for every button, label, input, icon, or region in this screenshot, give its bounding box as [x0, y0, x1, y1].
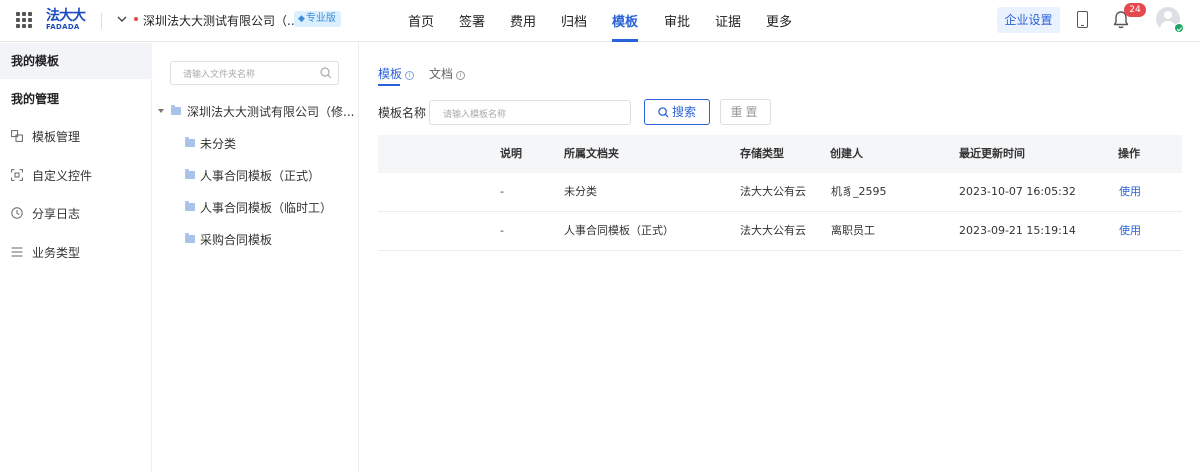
header-divider	[101, 13, 102, 29]
tree-node-label: 深圳法大大测试有限公司（修...	[187, 105, 355, 119]
use-template-link[interactable]: 使用	[1119, 173, 1141, 211]
tab-templates[interactable]: 模板 i	[378, 65, 415, 82]
clock-icon	[11, 207, 23, 219]
column-header-updated: 最近更新时间	[959, 147, 1025, 160]
sidebar-item-my-templates[interactable]: 我的模板	[0, 43, 152, 79]
top-header: 法大大 FADADA 深圳法大大测试有限公司（... ◆专业版 首页 签署 费用…	[0, 0, 1200, 42]
caret-down-icon[interactable]	[158, 109, 164, 113]
table-row: - 人事合同模板（正式） 法大大公有云 离职员工 2023-09-21 15:1…	[378, 212, 1182, 251]
enterprise-settings-button[interactable]: 企业设置	[997, 7, 1060, 33]
cell-updated: 2023-09-21 15:19:14	[959, 224, 1076, 237]
nav-archive[interactable]: 归档	[561, 11, 587, 30]
use-template-link[interactable]: 使用	[1119, 212, 1141, 250]
tab-active-indicator	[378, 84, 400, 86]
sidebar-item-my-management[interactable]: 我的管理	[0, 81, 152, 117]
template-name-placeholder: 请输入模板名称	[443, 110, 507, 120]
tree-node-hr-formal[interactable]: 人事合同模板（正式）	[185, 167, 355, 187]
info-icon[interactable]: i	[456, 71, 466, 80]
search-button[interactable]: 搜索	[644, 99, 710, 125]
tree-node-uncategorized[interactable]: 未分类	[185, 135, 355, 155]
table-row: - 未分类 法大大公有云 机豸_2595 2023-10-07 16:05:32…	[378, 173, 1182, 212]
tree-node-purchase[interactable]: 采购合同模板	[185, 231, 355, 251]
cell-updated: 2023-10-07 16:05:32	[959, 185, 1076, 198]
folder-icon	[185, 201, 195, 211]
search-button-label: 搜索	[671, 105, 696, 119]
search-icon	[658, 107, 669, 118]
table-header-row: 说明 所属文档夹 存储类型 创建人 最近更新时间 操作	[378, 135, 1182, 173]
chevron-down-icon[interactable]	[117, 12, 127, 26]
cell-creator: 机豸_2595	[831, 185, 887, 198]
cell-creator: 离职员工	[831, 224, 875, 237]
folder-tree-panel: 请输入文件夹名称 深圳法大大测试有限公司（修... 未分类 人事合同模板（正式）…	[153, 43, 359, 472]
sidebar-item-template-manage[interactable]: 模板管理	[0, 119, 152, 155]
template-manage-icon	[11, 130, 23, 142]
custom-control-icon	[11, 169, 23, 181]
tab-label: 文档	[429, 67, 454, 81]
folder-icon	[185, 233, 195, 243]
cell-folder: 未分类	[564, 185, 597, 198]
notification-badge: 24	[1124, 3, 1146, 17]
fadada-logo[interactable]: 法大大 FADADA	[46, 9, 90, 33]
info-icon[interactable]: i	[405, 71, 415, 80]
template-name-label: 模板名称	[378, 106, 427, 120]
nav-templates[interactable]: 模板	[612, 11, 638, 30]
tree-node-label: 未分类	[200, 137, 237, 151]
diamond-icon: ◆	[298, 14, 305, 24]
cell-storage: 法大大公有云	[740, 224, 806, 237]
folder-icon	[171, 105, 181, 115]
nav-approval[interactable]: 审批	[664, 11, 690, 30]
nav-home[interactable]: 首页	[408, 11, 434, 30]
logo-english: FADADA	[46, 23, 80, 31]
folder-icon	[185, 137, 195, 147]
cell-description: -	[500, 224, 504, 237]
mobile-icon[interactable]	[1077, 11, 1088, 28]
sidebar-item-business-type[interactable]: 业务类型	[0, 235, 152, 271]
folder-search-placeholder: 请输入文件夹名称	[183, 70, 256, 80]
cell-description: -	[500, 185, 504, 198]
nav-sign[interactable]: 签署	[459, 11, 485, 30]
column-header-storage: 存储类型	[740, 147, 784, 160]
tree-node-hr-temp[interactable]: 人事合同模板（临时工）	[185, 199, 355, 219]
sidebar: 我的模板 我的管理 模板管理 自定义控件 分享日志 业务类型	[0, 43, 152, 472]
reset-button[interactable]: 重置	[720, 99, 771, 125]
nav-evidence[interactable]: 证据	[715, 11, 741, 30]
tree-node-label: 人事合同模板（正式）	[200, 169, 321, 183]
edition-label: 专业版	[305, 13, 336, 24]
column-header-folder: 所属文档夹	[564, 147, 619, 160]
nav-fees[interactable]: 费用	[510, 11, 536, 30]
tab-label: 模板	[378, 67, 403, 81]
tree-node-label: 采购合同模板	[200, 233, 273, 247]
column-header-creator: 创建人	[830, 147, 863, 160]
sidebar-item-label: 业务类型	[32, 246, 81, 260]
column-header-description: 说明	[500, 147, 522, 160]
tab-documents[interactable]: 文档 i	[429, 65, 466, 82]
search-icon[interactable]	[320, 67, 332, 79]
logo-chinese: 法大大	[46, 8, 86, 24]
company-status-dot	[134, 17, 138, 21]
nav-active-indicator	[612, 39, 638, 42]
sidebar-item-label: 分享日志	[32, 207, 81, 221]
column-header-actions: 操作	[1118, 147, 1140, 160]
company-switcher[interactable]: 深圳法大大测试有限公司（...	[143, 12, 298, 29]
template-table: 说明 所属文档夹 存储类型 创建人 最近更新时间 操作 - 未分类 法大大公有云…	[378, 135, 1182, 251]
main-content: 模板 i 文档 i 模板名称 请输入模板名称 搜索 重置 说明 所属文档夹 存储类型…	[360, 43, 1200, 472]
cell-folder: 人事合同模板（正式）	[564, 224, 674, 237]
edition-badge: ◆专业版	[294, 11, 341, 27]
sidebar-item-custom-controls[interactable]: 自定义控件	[0, 158, 152, 194]
app-grid-icon[interactable]	[16, 12, 32, 28]
template-name-input[interactable]: 请输入模板名称	[429, 100, 631, 125]
tree-root-node[interactable]: 深圳法大大测试有限公司（修...	[158, 103, 358, 123]
nav-more[interactable]: 更多	[766, 11, 792, 30]
sidebar-item-label: 自定义控件	[32, 169, 93, 183]
folder-search-input[interactable]: 请输入文件夹名称	[170, 61, 339, 85]
sidebar-item-label: 模板管理	[32, 130, 81, 144]
cell-storage: 法大大公有云	[740, 185, 806, 198]
tree-node-label: 人事合同模板（临时工）	[200, 201, 333, 215]
verified-check-icon	[1174, 23, 1184, 33]
sidebar-item-share-log[interactable]: 分享日志	[0, 196, 152, 232]
list-icon	[11, 247, 23, 257]
folder-icon	[185, 169, 195, 179]
